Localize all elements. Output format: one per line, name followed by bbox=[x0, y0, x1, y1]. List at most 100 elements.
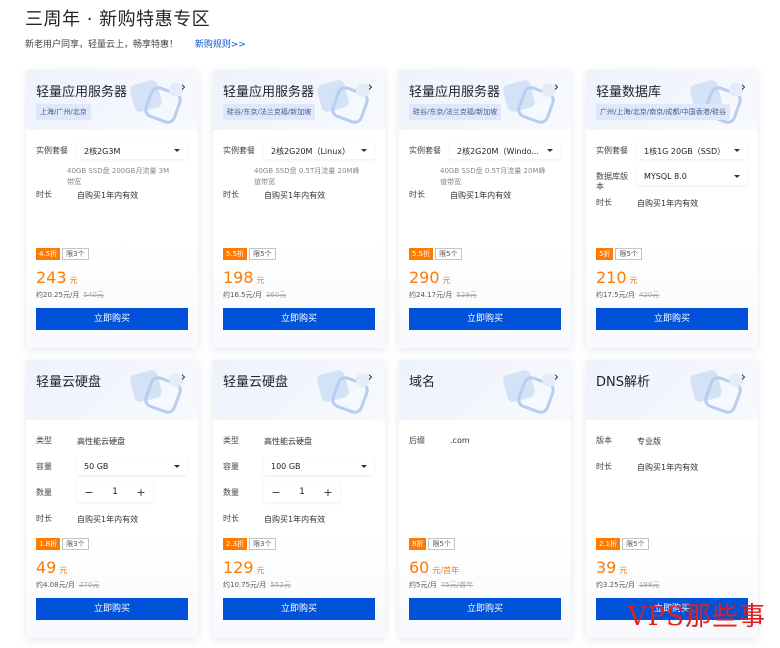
price-unit: 元 bbox=[442, 276, 451, 285]
buy-now-button[interactable]: 立即购买 bbox=[223, 308, 375, 330]
select-value: 2核2G20M（Linux） bbox=[271, 147, 351, 156]
card-body: 类型 高性能云硬盘 容量 100 GB 数量 − 1 + 时长 自购买1年内有效 bbox=[213, 420, 385, 530]
chevron-right-icon[interactable]: › bbox=[741, 80, 746, 95]
spec-value: .com bbox=[450, 436, 470, 445]
card-footer: 5.5折 限5个 198 元约16.5元/月 360元 立即购买 bbox=[213, 240, 385, 348]
product-card: 域名 › 后缀 .com 8折 限5个 60 元/首年 约5元/月 75元/首年 立即购买 bbox=[399, 360, 571, 638]
spec-value: 自购买1年内有效 bbox=[637, 199, 699, 208]
per-month-text: 约3.25元/月 bbox=[596, 581, 635, 589]
price-value: 243 bbox=[36, 268, 67, 287]
price: 210 元 bbox=[596, 268, 638, 287]
original-price: 420元 bbox=[638, 291, 660, 299]
badges: 4.5折 限3个 bbox=[36, 248, 89, 260]
discount-badge: 5折 bbox=[596, 248, 614, 260]
card-title: 轻量云硬盘 bbox=[223, 375, 289, 390]
product-card: DNS解析 › 版本 专业版 时长 自购买1年内有效 2.1折 限5个 39 元约3.25元/月 1… bbox=[586, 360, 758, 638]
chevron-right-icon[interactable]: › bbox=[741, 370, 746, 385]
quantity-stepper: − 1 + bbox=[77, 482, 153, 502]
price: 60 元/首年 bbox=[409, 558, 459, 577]
card-header: 轻量云硬盘 › bbox=[26, 360, 198, 420]
spec-value: 高性能云硬盘 bbox=[77, 437, 125, 446]
price-unit: 元 bbox=[69, 276, 78, 285]
decrement-button[interactable]: − bbox=[77, 486, 101, 499]
original-price: 188元 bbox=[638, 581, 660, 589]
quantity-value: 1 bbox=[112, 487, 118, 497]
limit-badge: 限3个 bbox=[62, 538, 89, 550]
buy-now-button[interactable]: 立即购买 bbox=[596, 308, 748, 330]
original-price: 270元 bbox=[78, 581, 100, 589]
card-title: 轻量应用服务器 bbox=[36, 85, 128, 100]
page-subtitle: 新老用户同享，轻量云上，畅享特惠！ bbox=[25, 40, 179, 50]
purchase-rules-link[interactable]: 新购规则>> bbox=[195, 40, 246, 50]
spec-select[interactable]: MYSQL 8.0 bbox=[637, 167, 747, 185]
limit-badge: 限3个 bbox=[249, 538, 276, 550]
card-body: 实例套餐 2核2G20M（Windo... 40GB SSD盘 0.5T月流量 20… bbox=[399, 130, 571, 240]
card-body: 版本 专业版 时长 自购买1年内有效 bbox=[586, 420, 758, 530]
limit-badge: 限5个 bbox=[622, 538, 649, 550]
price: 39 元 bbox=[596, 558, 627, 577]
select-value: 50 GB bbox=[84, 462, 109, 471]
limit-badge: 限5个 bbox=[428, 538, 455, 550]
select-value: 2核2G3M bbox=[84, 147, 121, 156]
per-month-text: 约20.25元/月 bbox=[36, 291, 80, 299]
price: 243 元 bbox=[36, 268, 78, 287]
increment-button[interactable]: + bbox=[129, 486, 153, 499]
card-header: 域名 › bbox=[399, 360, 571, 420]
spec-label: 时长 bbox=[36, 514, 52, 523]
monthly-price: 约5元/月 75元/首年 bbox=[409, 580, 473, 590]
spec-select[interactable]: 2核2G20M（Linux） bbox=[264, 141, 374, 159]
buy-now-button[interactable]: 立即购买 bbox=[409, 308, 561, 330]
chevron-right-icon[interactable]: › bbox=[181, 80, 186, 95]
card-footer: 2.3折 限3个 129 元约10.75元/月 552元 立即购买 bbox=[213, 530, 385, 638]
increment-button[interactable]: + bbox=[316, 486, 340, 499]
original-price: 75元/首年 bbox=[440, 581, 474, 589]
original-price: 528元 bbox=[456, 291, 477, 299]
card-title: 轻量应用服务器 bbox=[409, 85, 501, 100]
chevron-right-icon[interactable]: › bbox=[368, 370, 373, 385]
card-footer: 2.1折 限5个 39 元约3.25元/月 188元 立即购买 bbox=[586, 530, 758, 638]
buy-now-button[interactable]: 立即购买 bbox=[36, 598, 188, 620]
spec-value: 自购买1年内有效 bbox=[264, 191, 326, 200]
spec-label: 时长 bbox=[596, 462, 612, 471]
decrement-button[interactable]: − bbox=[264, 486, 288, 499]
buy-now-button[interactable]: 立即购买 bbox=[409, 598, 561, 620]
spec-select[interactable]: 2核2G20M（Windo... bbox=[450, 141, 560, 159]
buy-now-button[interactable]: 立即购买 bbox=[36, 308, 188, 330]
monthly-price: 约20.25元/月 540元 bbox=[36, 290, 104, 300]
card-title: 轻量云硬盘 bbox=[36, 375, 102, 390]
spec-label: 时长 bbox=[223, 190, 239, 199]
spec-select[interactable]: 100 GB bbox=[264, 457, 374, 475]
chevron-right-icon[interactable]: › bbox=[181, 370, 186, 385]
spec-select[interactable]: 1核1G 20GB（SSD） bbox=[637, 141, 747, 159]
spec-label: 类型 bbox=[223, 436, 239, 445]
spec-select[interactable]: 2核2G3M bbox=[77, 141, 187, 159]
product-card: 轻量数据库 › 广州/上海/北京/南京/成都/中国香港/硅谷 实例套餐 1核1G 20G… bbox=[586, 70, 758, 348]
card-title: 轻量应用服务器 bbox=[223, 85, 315, 100]
spec-description: 40GB SSD盘 0.5T月流量 20M峰 值带宽 bbox=[440, 166, 550, 188]
page-title: 三周年 · 新购特惠专区 bbox=[25, 9, 211, 30]
price-unit: 元 bbox=[256, 566, 265, 575]
price-value: 198 bbox=[223, 268, 254, 287]
card-footer: 4.5折 限3个 243 元约20.25元/月 540元立即购买 bbox=[26, 240, 198, 348]
chevron-right-icon[interactable]: › bbox=[368, 80, 373, 95]
product-card: 轻量应用服务器 › 硅谷/东京/法兰克福/新加坡 实例套餐 2核2G20M（Windo.… bbox=[399, 70, 571, 348]
chevron-down-icon bbox=[361, 149, 367, 152]
spec-description-line: 带宽 bbox=[67, 178, 81, 186]
spec-select[interactable]: 50 GB bbox=[77, 457, 187, 475]
buy-now-button[interactable]: 立即购买 bbox=[223, 598, 375, 620]
decoration-illustration-icon bbox=[503, 80, 556, 124]
select-value: MYSQL 8.0 bbox=[644, 172, 687, 181]
spec-label: 后缀 bbox=[409, 436, 425, 445]
spec-label: 容量 bbox=[223, 462, 239, 471]
spec-description-line: 值带宽 bbox=[440, 178, 461, 186]
chevron-right-icon[interactable]: › bbox=[554, 80, 559, 95]
card-body: 实例套餐 1核1G 20GB（SSD） 数据库版本 MYSQL 8.0 时长 自购买1年内… bbox=[586, 130, 758, 240]
limit-badge: 限5个 bbox=[249, 248, 276, 260]
spec-label: 时长 bbox=[223, 514, 239, 523]
buy-now-button[interactable]: 立即购买 bbox=[596, 598, 748, 620]
spec-label: 实例套餐 bbox=[596, 146, 628, 155]
chevron-right-icon[interactable]: › bbox=[554, 370, 559, 385]
spec-label: 时长 bbox=[36, 190, 52, 199]
price-unit: 元 bbox=[59, 566, 68, 575]
decoration-illustration-icon bbox=[317, 370, 370, 414]
